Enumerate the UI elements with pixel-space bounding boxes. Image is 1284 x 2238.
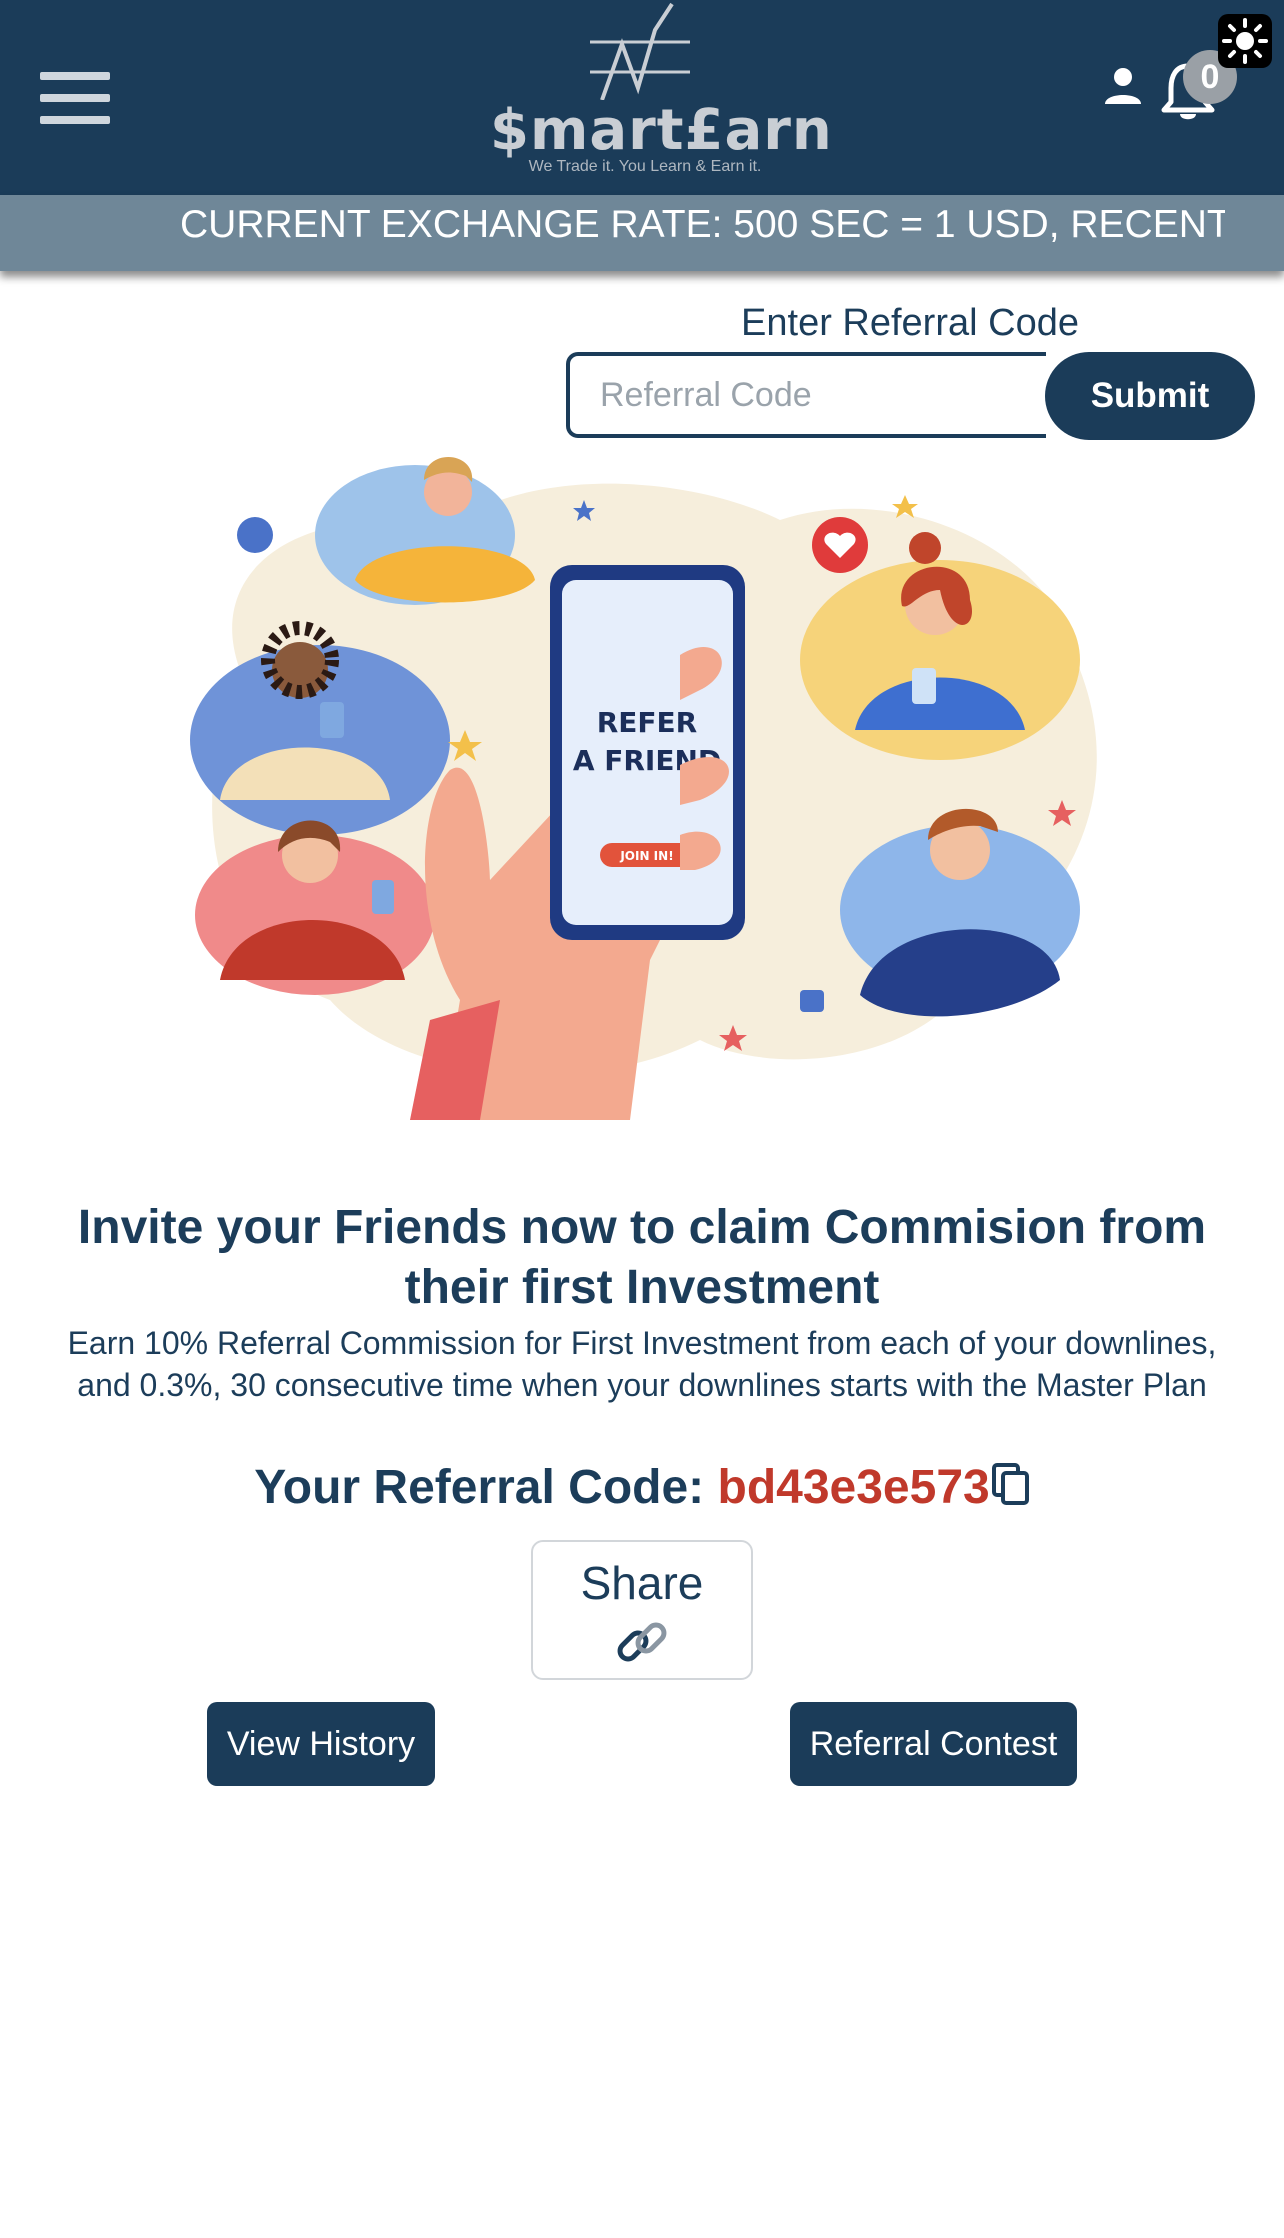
user-icon[interactable] — [1103, 66, 1143, 106]
invite-headline: Invite your Friends now to claim Commisi… — [77, 1201, 1207, 1314]
ticker-text: CURRENT EXCHANGE RATE: 500 SEC = 1 USD, … — [180, 203, 1225, 246]
referral-code-value: bd43e3e573 — [717, 1461, 990, 1514]
phone-join-button: JOIN IN! — [619, 849, 673, 863]
sun-icon — [1222, 18, 1268, 64]
theme-toggle-button[interactable] — [1218, 14, 1272, 68]
share-button[interactable]: Share — [531, 1540, 753, 1680]
referral-code-input[interactable] — [566, 352, 1046, 438]
enter-referral-label: Enter Referral Code — [741, 302, 1079, 344]
copy-icon[interactable] — [990, 1463, 1030, 1507]
brand-tagline: We Trade it. You Learn & Earn it. — [528, 158, 762, 175]
hamburger-menu-icon[interactable] — [40, 72, 110, 124]
refer-a-friend-illustration: REFER A FRIEND JOIN IN! — [190, 456, 1097, 1120]
submit-button[interactable]: Submit — [1045, 352, 1255, 440]
referral-code-label: Your Referral Code: — [254, 1461, 718, 1514]
exchange-rate-ticker: CURRENT EXCHANGE RATE: 500 SEC = 1 USD, … — [0, 195, 1284, 271]
brand-logo[interactable]: $mart£arn We Trade it. You Learn & Earn … — [490, 0, 833, 190]
chart-logo-icon — [590, 2, 690, 100]
referral-contest-button[interactable]: Referral Contest — [790, 1702, 1077, 1786]
phone-text-refer: REFER — [597, 706, 698, 739]
link-icon — [617, 1622, 667, 1662]
referral-code-line: Your Referral Code: bd43e3e573 — [0, 1460, 1284, 1515]
brand-name: $mart£arn — [490, 98, 833, 163]
view-history-button[interactable]: View History — [207, 1702, 435, 1786]
invite-description: Earn 10% Referral Commission for First I… — [67, 1325, 1217, 1403]
share-label: Share — [580, 1557, 704, 1609]
app-header: $mart£arn We Trade it. You Learn & Earn … — [0, 0, 1284, 195]
